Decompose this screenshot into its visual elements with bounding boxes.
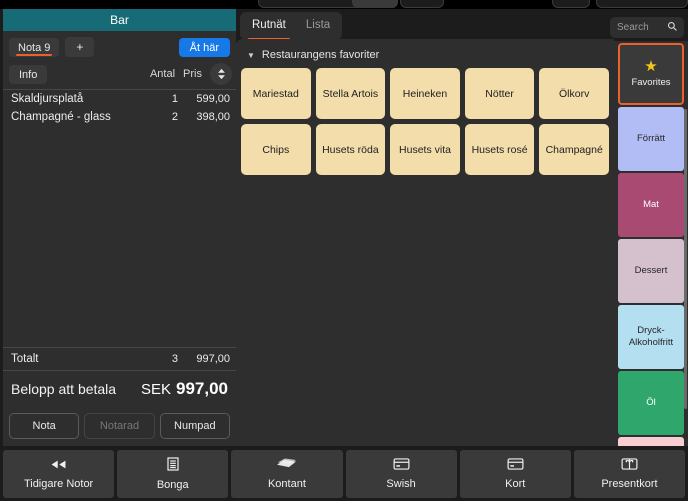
add-nota-button[interactable]: + — [65, 37, 95, 58]
payment-label: Swish — [386, 478, 416, 490]
total-label: Totalt — [11, 353, 39, 365]
search-icon[interactable] — [667, 21, 677, 34]
total-price: 997,00 — [196, 353, 230, 365]
chrome-button-5[interactable] — [596, 0, 688, 8]
section-header[interactable]: ▼ Restaurangens favoriter — [241, 45, 609, 68]
tab-lista[interactable]: Lista — [304, 16, 332, 40]
notarad-button: Notarad — [84, 413, 155, 439]
column-header-price: Pris — [183, 68, 202, 81]
payment-label: Bonga — [156, 479, 189, 491]
line-item-price: 599,00 — [196, 93, 230, 106]
card-button[interactable]: Kort — [459, 450, 571, 498]
category-forratt[interactable]: Förrätt — [618, 107, 684, 171]
card-icon — [507, 458, 524, 473]
sort-updown-icon[interactable] — [210, 63, 232, 86]
line-item-name: Skaldjursplatå — [11, 93, 84, 106]
card-icon — [393, 458, 410, 473]
category-label: Favorites — [631, 77, 671, 89]
order-panel: Bar Nota 9 + Åt här Info Antal Pris Skal… — [3, 9, 236, 446]
line-item-name: Champagné - glass — [11, 111, 111, 124]
section-title: Restaurangens favoriter — [261, 49, 380, 61]
category-next[interactable] — [618, 437, 684, 446]
chrome-button-3[interactable] — [400, 0, 444, 8]
payment-bar: Tidigare Notor Bonga Kontant Swish Kort … — [0, 448, 688, 501]
bonga-button[interactable]: Bonga — [117, 450, 229, 498]
amount-value: 997,00 — [176, 379, 228, 398]
info-button[interactable]: Info — [9, 64, 48, 84]
category-favorites[interactable]: ★ Favorites — [618, 43, 684, 105]
payment-label: Tidigare Notor — [23, 477, 94, 490]
order-columns-row: Info Antal Pris — [3, 61, 236, 89]
cash-icon — [277, 458, 297, 473]
giftcard-icon — [621, 458, 638, 473]
nota-button[interactable]: Nota — [9, 413, 80, 439]
category-dessert[interactable]: Dessert — [618, 239, 684, 303]
amount-due-row: Belopp att betala SEK 997,00 — [3, 371, 236, 409]
order-total-row: Totalt 3 997,00 — [3, 348, 236, 370]
category-mat[interactable]: Mat — [618, 173, 684, 237]
star-icon: ★ — [644, 58, 658, 76]
pos-app: Bar Nota 9 + Åt här Info Antal Pris Skal… — [0, 0, 688, 501]
previous-orders-button[interactable]: Tidigare Notor — [3, 450, 115, 498]
category-rail: ★ Favorites Förrätt Mat Dessert Dryck- A… — [614, 41, 688, 446]
payment-label: Kontant — [267, 478, 306, 490]
chrome-button-4[interactable] — [552, 0, 590, 8]
order-line-item[interactable]: Champagné - glass 2 398,00 — [3, 108, 236, 126]
product-grid-area: ▼ Restaurangens favoriter Mariestad Stel… — [236, 39, 614, 446]
order-line-item[interactable]: Skaldjursplatå 1 599,00 — [3, 90, 236, 108]
category-scrollbar[interactable] — [684, 109, 687, 409]
receipt-icon — [167, 457, 179, 474]
order-footer-buttons: Nota Notarad Numpad — [3, 409, 236, 446]
search-box[interactable]: Search — [610, 17, 684, 38]
category-label: Förrätt — [637, 133, 665, 145]
amount-due-label: Belopp att betala — [11, 381, 117, 397]
product-button[interactable]: Husets vita — [390, 124, 460, 175]
product-area: Rutnät Lista ▼ Restaurangens favoriter M… — [236, 9, 614, 446]
view-tabs: Rutnät Lista — [240, 12, 343, 40]
order-line-list: Skaldjursplatå 1 599,00 Champagné - glas… — [3, 90, 236, 347]
chrome-button-2[interactable] — [352, 0, 398, 8]
column-header-qty: Antal — [149, 68, 176, 81]
product-button[interactable]: Heineken — [390, 68, 460, 119]
window-chrome-strip — [0, 0, 688, 9]
nota-tab[interactable]: Nota 9 — [9, 37, 60, 57]
category-dryck-alkoholfritt[interactable]: Dryck- Alkoholfritt — [618, 305, 684, 369]
category-label: Mat — [643, 199, 659, 211]
tab-rutnat[interactable]: Rutnät — [248, 16, 290, 40]
category-label: Dryck- Alkoholfritt — [628, 325, 674, 348]
line-item-price: 398,00 — [196, 111, 230, 124]
numpad-button[interactable]: Numpad — [159, 413, 230, 439]
rewind-icon — [50, 459, 67, 473]
giftcard-button[interactable]: Presentkort — [573, 450, 686, 498]
category-label: Öl — [646, 397, 656, 409]
product-button[interactable]: Champagné — [539, 124, 609, 175]
nota-row: Nota 9 + Åt här — [3, 31, 236, 61]
payment-label: Kort — [505, 478, 526, 490]
total-qty: 3 — [171, 353, 178, 365]
swish-button[interactable]: Swish — [345, 450, 457, 498]
product-button[interactable]: Ölkorv — [539, 68, 609, 119]
product-button[interactable]: Chips — [241, 124, 311, 175]
product-grid: Mariestad Stella Artois Heineken Nötter … — [241, 68, 609, 175]
line-item-qty: 1 — [171, 93, 178, 106]
category-ol[interactable]: Öl — [618, 371, 684, 435]
eat-here-button[interactable]: Åt här — [178, 37, 230, 57]
category-label: Dessert — [634, 265, 668, 277]
search-input[interactable]: Search — [617, 22, 663, 33]
product-button[interactable]: Stella Artois — [315, 68, 386, 119]
order-title: Bar — [3, 9, 236, 31]
line-item-qty: 2 — [171, 111, 178, 124]
amount-currency: SEK — [140, 381, 171, 398]
product-button[interactable]: Husets rosé — [464, 124, 535, 175]
product-button[interactable]: Mariestad — [241, 68, 311, 119]
caret-down-icon: ▼ — [247, 50, 255, 60]
cash-button[interactable]: Kontant — [231, 450, 343, 498]
product-button[interactable]: Nötter — [464, 68, 535, 119]
product-button[interactable]: Husets röda — [315, 124, 386, 175]
payment-label: Presentkort — [601, 478, 658, 490]
